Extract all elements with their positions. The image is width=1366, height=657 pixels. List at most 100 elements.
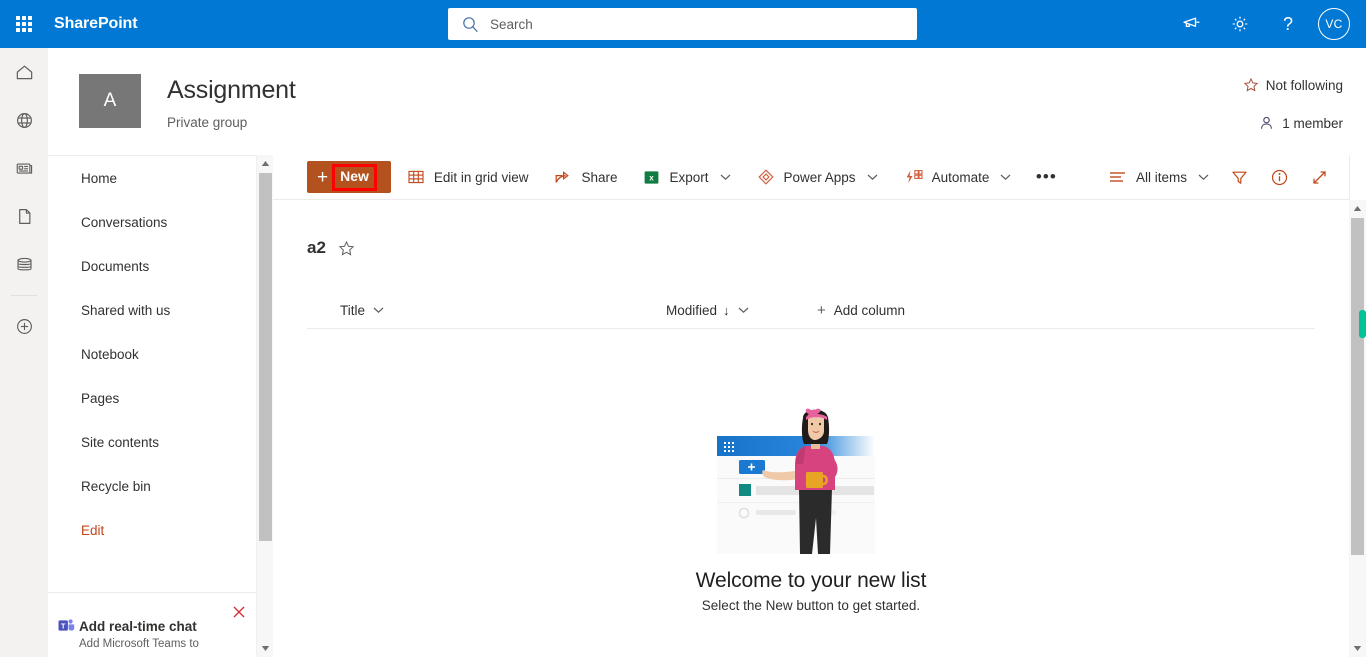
chevron-up-icon (1353, 206, 1362, 211)
overflow-button[interactable]: ••• (1029, 157, 1063, 197)
sort-descending-icon: ↓ (723, 302, 730, 318)
page-scroll-down-button[interactable] (1349, 640, 1366, 657)
svg-text:x: x (650, 173, 655, 182)
nav-edit-link[interactable]: Edit (48, 508, 256, 552)
share-icon (556, 171, 570, 183)
view-selector-button[interactable]: All items (1098, 157, 1219, 197)
column-headers: Title Modified ↓ + Add column (307, 292, 1315, 329)
list-header: a2 (307, 238, 355, 258)
share-button[interactable]: Share (544, 157, 627, 197)
share-label: Share (581, 169, 618, 185)
nav-item-recycle-bin[interactable]: Recycle bin (48, 464, 256, 508)
automate-button[interactable]: Automate (894, 157, 1022, 197)
automate-label: Automate (931, 169, 990, 185)
globe-following-icon (16, 112, 32, 128)
promo-close-button[interactable] (230, 603, 248, 621)
chevron-up-icon (261, 161, 270, 166)
command-bar-right: All items (1092, 157, 1339, 197)
sidebar-item-following[interactable] (0, 96, 48, 144)
add-column-button[interactable]: + Add column (812, 292, 910, 328)
power-apps-button[interactable]: Power Apps (747, 157, 888, 197)
page-scrollbar-thumb[interactable] (1351, 218, 1364, 555)
list-command-bar: + New Edit in grid view Share x Export P… (273, 155, 1349, 200)
nav-item-pages[interactable]: Pages (48, 376, 256, 420)
nav-scroll-down-button[interactable] (257, 640, 274, 657)
star-outline-icon (338, 240, 355, 256)
chevron-down-icon (738, 306, 749, 314)
sidebar-item-news[interactable] (0, 144, 48, 192)
page-scrollbar[interactable] (1349, 200, 1366, 657)
nav-item-label: Pages (81, 390, 120, 406)
nav-scrollbar[interactable] (256, 155, 273, 657)
site-header: A Assignment Private group Not following… (48, 48, 1366, 155)
feedback-megaphone-icon (1183, 17, 1200, 28)
promo-title[interactable]: Add real-time chat (79, 619, 197, 634)
expand-arrows-icon (1312, 170, 1326, 184)
add-column-label: Add column (833, 302, 906, 318)
chevron-down-icon (1353, 646, 1362, 651)
document-icon (18, 208, 30, 224)
fullscreen-button[interactable] (1299, 157, 1339, 197)
feedback-megaphone-button[interactable] (1168, 0, 1216, 48)
sharepoint-brand-link[interactable]: SharePoint (54, 15, 138, 33)
power-apps-icon (757, 169, 774, 185)
nav-item-documents[interactable]: Documents (48, 244, 256, 288)
site-logo: A (79, 74, 141, 128)
empty-state: Welcome to your new list Select the New … (273, 200, 1349, 657)
page-scroll-up-button[interactable] (1349, 200, 1366, 217)
column-header-label: Title (340, 302, 366, 318)
waffle-menu-button[interactable] (0, 0, 48, 48)
news-icon (16, 163, 32, 174)
nav-item-label: Home (81, 170, 118, 186)
nav-item-conversations[interactable]: Conversations (48, 200, 256, 244)
nav-item-home[interactable]: Home (48, 156, 256, 200)
sidebar-item-lists[interactable] (0, 240, 48, 288)
export-button[interactable]: x Export (633, 157, 740, 197)
column-header-title[interactable]: Title (335, 292, 389, 328)
promo-subtitle: Add Microsoft Teams to (79, 638, 199, 650)
chevron-down-icon (1198, 173, 1209, 181)
sidebar-item-home[interactable] (0, 48, 48, 96)
person-icon (1261, 116, 1273, 129)
nav-scrollbar-thumb[interactable] (259, 173, 272, 541)
sidebar-item-create[interactable] (0, 302, 48, 350)
user-avatar[interactable]: VC (1318, 8, 1350, 40)
edit-in-grid-view-button[interactable]: Edit in grid view (397, 157, 539, 197)
new-button[interactable]: + New (307, 161, 391, 193)
filter-funnel-icon (1231, 171, 1247, 184)
settings-gear-icon (1232, 16, 1248, 32)
search-box[interactable] (448, 8, 917, 40)
members-button[interactable]: 1 member (1259, 111, 1343, 135)
nav-item-site-contents[interactable]: Site contents (48, 420, 256, 464)
settings-gear-button[interactable] (1216, 0, 1264, 48)
site-navigation: Home Conversations Documents Shared with… (48, 155, 256, 592)
view-selector-label: All items (1135, 169, 1187, 185)
list-title[interactable]: a2 (307, 238, 326, 258)
close-icon (233, 606, 245, 618)
sidebar-item-documents[interactable] (0, 192, 48, 240)
new-button-label: New (340, 167, 369, 184)
automate-icon (906, 170, 923, 184)
follow-button[interactable]: Not following (1243, 73, 1343, 97)
page-title[interactable]: Assignment (167, 76, 296, 105)
favorite-star-button[interactable] (338, 240, 355, 257)
nav-item-label: Documents (81, 258, 150, 274)
search-input[interactable] (490, 9, 890, 39)
edit-in-grid-view-label: Edit in grid view (433, 169, 529, 185)
nav-scroll-up-button[interactable] (257, 155, 274, 172)
help-question-icon: ? (1283, 14, 1293, 34)
nav-item-notebook[interactable]: Notebook (48, 332, 256, 376)
column-header-modified[interactable]: Modified ↓ (661, 292, 754, 328)
list-lines-icon (1109, 172, 1125, 182)
suite-actions: ? VC (1168, 0, 1358, 48)
help-question-button[interactable]: ? (1264, 0, 1312, 48)
teams-promo-panel: T Add real-time chat Add Microsoft Teams… (48, 592, 256, 657)
command-bar-divider (1349, 155, 1350, 200)
excel-icon: x (645, 170, 659, 184)
grid-view-icon (408, 170, 424, 184)
nav-item-shared-with-us[interactable]: Shared with us (48, 288, 256, 332)
filter-button[interactable] (1219, 157, 1259, 197)
details-info-button[interactable] (1259, 157, 1299, 197)
suite-bar: SharePoint ? (0, 0, 1366, 48)
scrollbar-highlight-marker (1359, 310, 1366, 338)
